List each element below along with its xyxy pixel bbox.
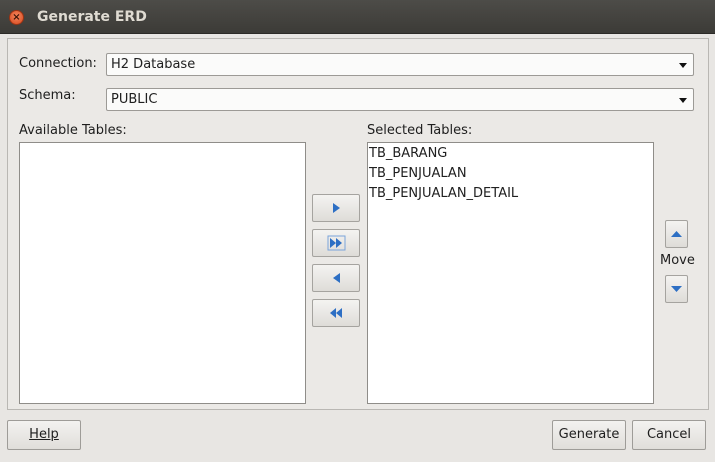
main-panel: Connection: H2 Database Schema: PUBLIC A… xyxy=(7,38,709,410)
close-icon[interactable]: × xyxy=(9,10,24,25)
help-button[interactable]: Help xyxy=(7,420,81,450)
schema-select[interactable]: PUBLIC xyxy=(106,88,694,111)
add-selected-button[interactable] xyxy=(312,194,360,222)
available-tables-list[interactable] xyxy=(19,142,306,404)
move-label: Move xyxy=(660,253,695,268)
add-all-button[interactable] xyxy=(312,229,360,257)
move-down-button[interactable] xyxy=(665,275,688,303)
available-tables-label: Available Tables: xyxy=(19,123,127,138)
generate-button[interactable]: Generate xyxy=(552,420,626,450)
selected-tables-label: Selected Tables: xyxy=(367,123,473,138)
triangle-down-icon xyxy=(671,286,682,292)
connection-select[interactable]: H2 Database xyxy=(106,53,694,76)
connection-value: H2 Database xyxy=(111,57,196,72)
remove-selected-icon xyxy=(333,273,340,283)
list-item[interactable]: TB_PENJUALAN xyxy=(368,164,653,184)
remove-all-button[interactable] xyxy=(312,299,360,327)
list-item[interactable]: TB_PENJUALAN_DETAIL xyxy=(368,184,653,204)
add-all-icon xyxy=(327,235,346,251)
remove-all-icon xyxy=(330,308,342,318)
title-bar: × Generate ERD xyxy=(0,0,715,34)
chevron-down-icon xyxy=(679,63,687,68)
generate-erd-dialog: Connection: H2 Database Schema: PUBLIC A… xyxy=(0,34,715,462)
move-up-button[interactable] xyxy=(665,220,688,248)
list-item[interactable]: TB_BARANG xyxy=(368,144,653,164)
remove-selected-button[interactable] xyxy=(312,264,360,292)
selected-tables-list[interactable]: TB_BARANG TB_PENJUALAN TB_PENJUALAN_DETA… xyxy=(367,142,654,404)
triangle-up-icon xyxy=(671,231,682,237)
add-selected-icon xyxy=(333,203,340,213)
chevron-down-icon xyxy=(679,98,687,103)
schema-label: Schema: xyxy=(19,88,76,103)
schema-value: PUBLIC xyxy=(111,92,158,107)
connection-label: Connection: xyxy=(19,56,97,71)
window-title: Generate ERD xyxy=(37,9,147,25)
help-label: Help xyxy=(29,427,59,442)
cancel-button[interactable]: Cancel xyxy=(632,420,706,450)
